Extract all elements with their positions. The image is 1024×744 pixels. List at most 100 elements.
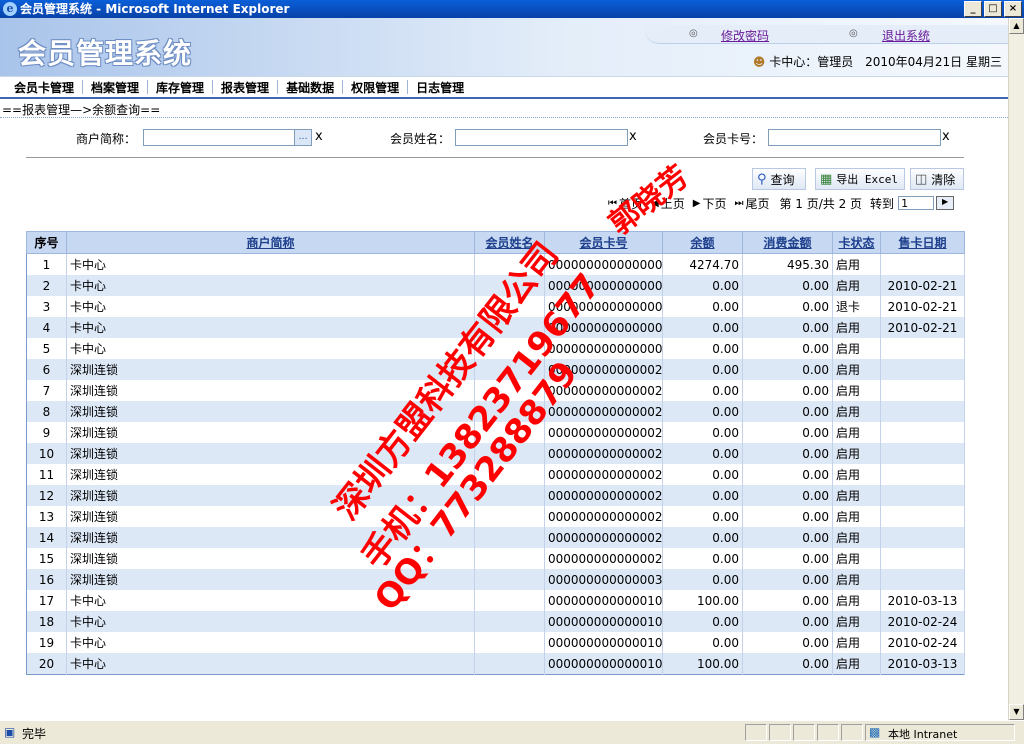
change-password-link[interactable]: 修改密码 [721,27,769,44]
table-row[interactable]: 6 深圳连锁 0000000000000020 0.00 0.00 启用 [26,359,965,380]
member-name-input[interactable] [455,129,628,146]
cell-seq: 11 [26,464,67,485]
cell-member-name [474,275,545,296]
excel-icon: ▦ [820,171,833,187]
menu-member-card[interactable]: 会员卡管理 [6,79,82,96]
cell-spent: 0.00 [742,632,833,653]
last-page-link[interactable]: 尾页 [745,195,769,212]
col-sale-date[interactable]: 售卡日期 [880,231,965,254]
table-row[interactable]: 5 卡中心 0000000000000005 0.00 0.00 启用 [26,338,965,359]
table-row[interactable]: 15 深圳连锁 0000000000000029 0.00 0.00 启用 [26,548,965,569]
cell-seq: 15 [26,548,67,569]
top-links: ◎ 修改密码 ◎ 退出系统 [645,25,1008,44]
cell-balance: 0.00 [662,359,743,380]
table-row[interactable]: 20 卡中心 0000000000000103 100.00 0.00 启用 2010-03… [26,653,965,675]
cell-merchant: 深圳连锁 [66,548,475,569]
cell-merchant: 卡中心 [66,632,475,653]
vertical-scrollbar[interactable]: ▲ ▼ [1008,18,1024,720]
cell-sale-date: 2010-02-21 [880,275,965,296]
scroll-down-button[interactable]: ▼ [1009,704,1024,720]
table-row[interactable]: 11 深圳连锁 0000000000000025 0.00 0.00 启用 [26,464,965,485]
col-card-no[interactable]: 会员卡号 [544,231,663,254]
status-cell [817,724,839,741]
cell-card-status: 启用 [832,443,881,464]
cell-sale-date [880,527,965,548]
cell-member-name [474,653,545,675]
window-controls: _ □ × [964,1,1022,17]
first-page-icon: ⏮ [608,197,617,209]
cell-card-status: 启用 [832,611,881,632]
window-titlebar: e 会员管理系统 - Microsoft Internet Explorer _… [0,0,1024,18]
export-excel-button[interactable]: ▦ 导出 Excel [815,168,905,190]
cell-spent: 0.00 [742,611,833,632]
table-row[interactable]: 16 深圳连锁 0000000000000030 0.00 0.00 启用 [26,569,965,590]
menu-logs[interactable]: 日志管理 [408,79,472,96]
prev-page-link[interactable]: 上页 [661,195,685,212]
col-card-status[interactable]: 卡状态 [832,231,881,254]
cell-spent: 0.00 [742,506,833,527]
cell-member-name [474,401,545,422]
main-menu: 会员卡管理 档案管理 库存管理 报表管理 基础数据 权限管理 日志管理 [0,76,1008,99]
table-row[interactable]: 13 深圳连锁 0000000000000027 0.00 0.00 启用 [26,506,965,527]
cell-balance: 0.00 [662,464,743,485]
cell-merchant: 卡中心 [66,653,475,675]
col-seq: 序号 [26,231,67,254]
cell-merchant: 深圳连锁 [66,359,475,380]
cell-spent: 0.00 [742,464,833,485]
table-row[interactable]: 7 深圳连锁 0000000000000021 0.00 0.00 启用 [26,380,965,401]
maximize-button[interactable]: □ [984,1,1002,17]
menu-archive[interactable]: 档案管理 [83,79,147,96]
table-row[interactable]: 2 卡中心 0000000000000002 0.00 0.00 启用 2010-02-21 [26,275,965,296]
table-row[interactable]: 19 卡中心 0000000000000102 0.00 0.00 启用 2010-02-2… [26,632,965,653]
card-no-input[interactable] [768,129,941,146]
ie-icon: e [3,2,17,16]
merchant-input[interactable] [143,129,295,146]
clear-button[interactable]: ◫ 清除 [910,168,964,190]
cell-member-name [474,548,545,569]
menu-permissions[interactable]: 权限管理 [343,79,407,96]
cell-balance: 0.00 [662,569,743,590]
table-row[interactable]: 10 深圳连锁 0000000000000024 0.00 0.00 启用 [26,443,965,464]
next-page-link[interactable]: 下页 [702,195,726,212]
cell-member-name [474,527,545,548]
close-button[interactable]: × [1004,1,1022,17]
menu-inventory[interactable]: 库存管理 [148,79,212,96]
table-row[interactable]: 9 深圳连锁 0000000000000023 0.00 0.00 启用 [26,422,965,443]
member-name-clear-icon[interactable]: x [629,129,637,144]
table-row[interactable]: 14 深圳连锁 0000000000000028 0.00 0.00 启用 [26,527,965,548]
cell-sale-date [880,548,965,569]
table-row[interactable]: 17 卡中心 0000000000000100 100.00 0.00 启用 2010-03… [26,590,965,611]
table-row[interactable]: 8 深圳连锁 0000000000000022 0.00 0.00 启用 [26,401,965,422]
table-row[interactable]: 18 卡中心 0000000000000101 0.00 0.00 启用 2010-02-2… [26,611,965,632]
goto-button[interactable]: ▶ [936,196,955,210]
first-page-link[interactable]: 首页 [619,195,643,212]
table-row[interactable]: 1 卡中心 0000000000000001 4274.70 495.30 启用 [26,253,965,275]
col-spent[interactable]: 消费金额 [742,231,833,254]
col-balance[interactable]: 余额 [662,231,743,254]
table-row[interactable]: 12 深圳连锁 0000000000000026 0.00 0.00 启用 [26,485,965,506]
cell-merchant: 深圳连锁 [66,506,475,527]
minimize-button[interactable]: _ [964,1,982,17]
cell-card-no: 0000000000000029 [544,548,663,569]
cell-balance: 0.00 [662,380,743,401]
col-merchant[interactable]: 商户简称 [66,231,475,254]
card-no-clear-icon[interactable]: x [942,129,950,144]
menu-reports[interactable]: 报表管理 [213,79,277,96]
merchant-clear-icon[interactable]: x [315,129,323,144]
query-button[interactable]: ⚲ 查询 [752,168,806,190]
trash-icon: ◫ [915,171,928,187]
col-member-name[interactable]: 会员姓名 [474,231,545,254]
zone-cell: ▩ 本地 Intranet [865,724,1015,741]
cell-member-name [474,359,545,380]
scroll-up-button[interactable]: ▲ [1009,18,1024,34]
user-info: ☻ 卡中心：管理员 2010年04月21日 星期三 [753,53,1002,70]
merchant-picker-button[interactable]: … [294,129,312,146]
table-row[interactable]: 3 卡中心 0000000000000003 0.00 0.00 退卡 2010-02-21 [26,296,965,317]
table-row[interactable]: 4 卡中心 0000000000000004 0.00 0.00 启用 2010-02-21 [26,317,965,338]
status-cell [745,724,767,741]
breadcrumb-divider [0,117,1008,118]
menu-base-data[interactable]: 基础数据 [278,79,342,96]
export-button-label: 导出 Excel [836,173,899,186]
logout-link[interactable]: 退出系统 [882,27,930,44]
goto-page-input[interactable] [898,196,935,210]
